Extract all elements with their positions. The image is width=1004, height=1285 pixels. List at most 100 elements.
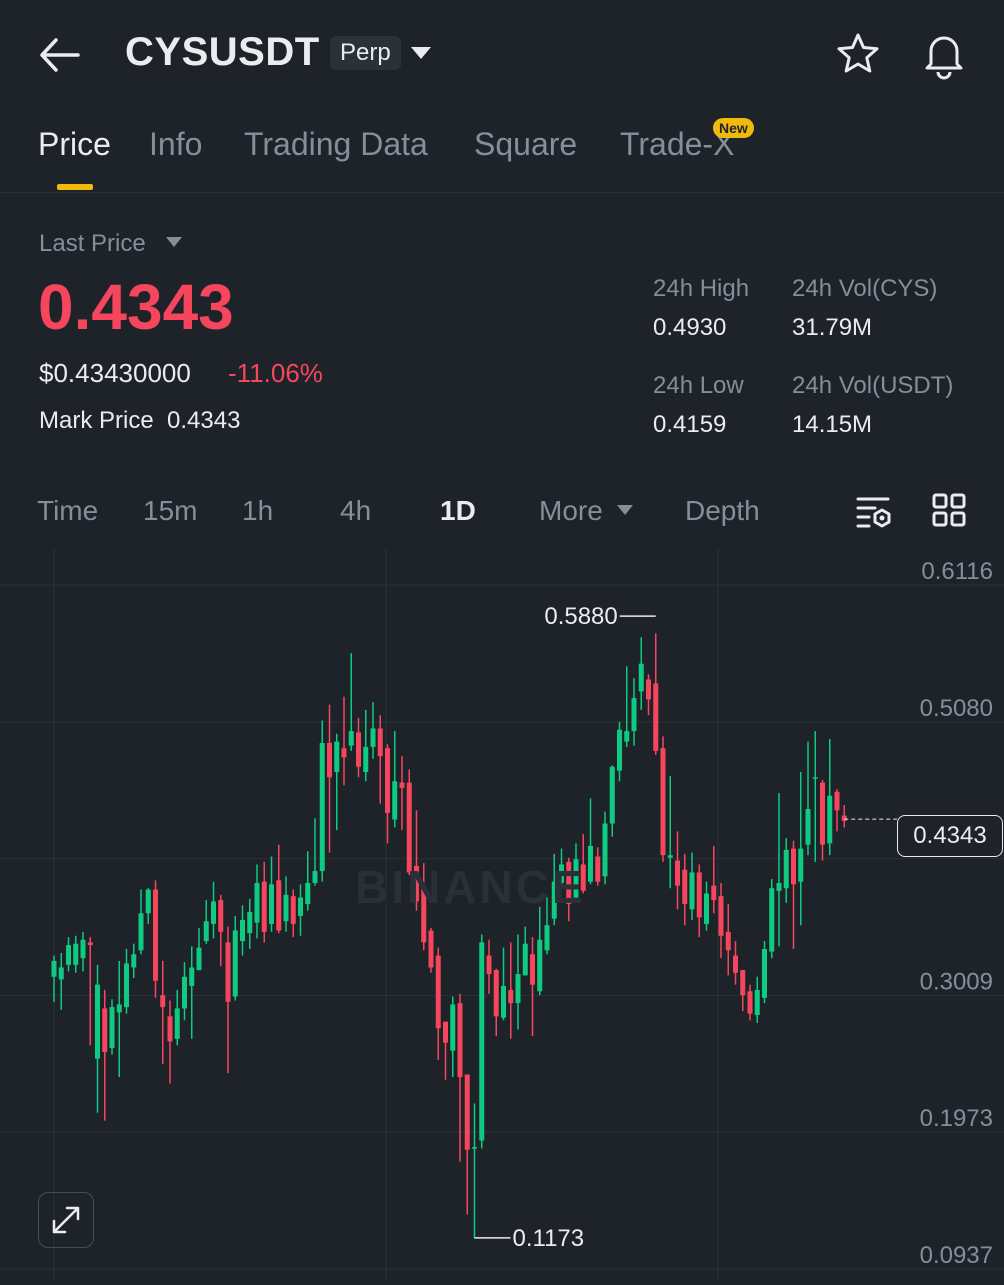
candle-body [261, 881, 267, 932]
candle-body [544, 925, 550, 951]
interval-1d[interactable]: 1D [440, 495, 476, 527]
back-arrow-icon[interactable] [38, 36, 80, 74]
candle-body [189, 967, 195, 986]
candle-body [225, 942, 231, 1002]
candle-body [80, 939, 86, 959]
candle-body [109, 1007, 115, 1049]
tab-price[interactable]: Price [38, 126, 111, 163]
candle-body [747, 991, 753, 1014]
more-caret-icon[interactable] [616, 503, 634, 517]
candle-body [696, 872, 702, 918]
candle-body [218, 900, 224, 932]
candle-body [508, 989, 514, 1004]
fullscreen-button[interactable] [38, 1192, 94, 1248]
depth-tab[interactable]: Depth [685, 495, 760, 527]
candle-body [740, 970, 746, 996]
candle-body [363, 746, 369, 773]
candle-body [624, 731, 630, 742]
candle-body [798, 848, 804, 882]
indicator-settings-icon[interactable] [855, 493, 893, 531]
candle-body [203, 921, 209, 942]
chevron-down-icon[interactable] [409, 44, 433, 62]
candle-body [406, 782, 412, 873]
candle-body [609, 766, 615, 824]
interval-time[interactable]: Time [37, 495, 98, 527]
candle-body [385, 748, 390, 813]
last-price-tag: 0.4343 [897, 815, 1003, 857]
candle-body [660, 748, 666, 856]
candle-body [457, 1003, 463, 1078]
y-tick-label: 0.1973 [920, 1105, 993, 1132]
candle-body [73, 943, 79, 965]
tab-trading-data[interactable]: Trading Data [244, 126, 428, 163]
high-24h-value: 0.4930 [653, 314, 727, 341]
candle-body [153, 889, 158, 981]
candle-body [537, 939, 543, 992]
candle-body [769, 888, 775, 952]
mark-price-value: 0.4343 [167, 407, 241, 434]
interval-4h[interactable]: 4h [340, 495, 371, 527]
candle-body [348, 731, 354, 746]
candle-body [501, 985, 506, 1018]
new-badge: New [713, 118, 754, 138]
candlestick-chart[interactable]: 0.61160.50800.40440.30090.19730.0937 0.5… [0, 548, 1004, 1280]
candle-body [631, 698, 637, 732]
candle-body [399, 782, 405, 788]
y-tick-label: 0.3009 [920, 968, 993, 995]
tab-info[interactable]: Info [149, 126, 202, 163]
candle-body [653, 683, 659, 751]
candle-body [718, 896, 724, 936]
candle-body [240, 919, 245, 942]
candle-body [370, 728, 376, 747]
high-24h-label: 24h High [653, 275, 750, 302]
symbol-title[interactable]: CYSUSDT [125, 30, 320, 75]
caret-down-icon[interactable] [165, 235, 183, 249]
y-tick-label: 0.0937 [920, 1242, 993, 1269]
contract-type-badge: Perp [330, 36, 401, 70]
candle-body [283, 894, 289, 922]
candle-body [51, 960, 57, 977]
candle-body [667, 855, 673, 858]
candle-body [66, 945, 71, 965]
candle-body [392, 781, 398, 820]
last-price-value: 0.4343 [38, 271, 234, 343]
candle-body [138, 913, 144, 951]
interval-bar: Time 15m 1h 4h 1D More Depth [0, 485, 1004, 545]
candle-body [704, 893, 709, 924]
candle-body [276, 880, 282, 931]
watermark: BINANCE [355, 861, 586, 913]
tab-bar: Price Info Trading Data Square Trade-X [0, 120, 1004, 193]
candle-body [595, 856, 601, 882]
candle-body [805, 808, 811, 845]
candle-body [182, 976, 187, 1009]
interval-more[interactable]: More [539, 495, 603, 527]
candle-body [95, 984, 100, 1059]
candle-body [305, 882, 311, 905]
candle-body [841, 815, 847, 821]
price-chart[interactable]: 0.61160.50800.40440.30090.19730.0937 0.5… [0, 548, 1004, 1280]
candle-body [196, 947, 202, 971]
vol-usdt-value: 14.15M [792, 411, 873, 438]
candle-body [588, 845, 593, 882]
low-24h-label: 24h Low [653, 372, 744, 399]
candle-body [87, 942, 93, 946]
candle-body [791, 848, 796, 885]
candle-body [327, 742, 332, 778]
candle-body [820, 782, 825, 845]
candle-body [312, 871, 318, 883]
candle-body [776, 882, 782, 891]
candle-body [334, 741, 340, 773]
tab-square[interactable]: Square [474, 126, 577, 163]
bell-icon[interactable] [918, 28, 970, 80]
candle-body [428, 930, 434, 968]
interval-15m[interactable]: 15m [143, 495, 197, 527]
candle-body [131, 954, 137, 968]
last-price-label[interactable]: Last Price [39, 230, 146, 258]
vol-cys-value: 31.79M [792, 314, 873, 341]
candle-body [232, 930, 238, 997]
low-marker-label: 0.1173 [513, 1225, 585, 1252]
star-icon[interactable] [834, 30, 882, 78]
layout-grid-icon[interactable] [932, 493, 966, 527]
candle-body [733, 955, 738, 973]
interval-1h[interactable]: 1h [242, 495, 273, 527]
